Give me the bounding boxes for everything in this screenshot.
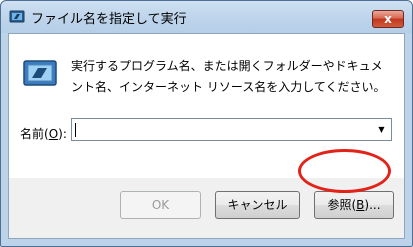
window-title: ファイル名を指定して実行 (31, 12, 187, 27)
browse-label-suffix: )... (364, 198, 381, 212)
dialog-content-area: 実行するプログラム名、または開くフォルダーやドキュメント名、インターネット リソ… (9, 34, 404, 178)
program-name-combobox[interactable]: ▼ (71, 118, 392, 141)
ok-button[interactable]: OK (120, 191, 201, 219)
title-bar[interactable]: ファイル名を指定して実行 x (1, 1, 412, 33)
run-icon (9, 10, 25, 23)
name-label-accesskey: O (48, 127, 59, 141)
chevron-down-icon[interactable]: ▼ (374, 121, 389, 138)
text-cursor (75, 123, 76, 137)
name-label-prefix: 名前( (20, 127, 49, 141)
instruction-text: 実行するプログラム名、または開くフォルダーやドキュメント名、インターネット リソ… (71, 59, 386, 94)
close-button[interactable]: x (372, 10, 404, 28)
browse-label-prefix: 参照( (327, 198, 357, 212)
run-program-icon (23, 60, 57, 86)
run-dialog-window: ファイル名を指定して実行 x 実行するプログラム名、または開くフォルダーやドキュ… (0, 0, 413, 247)
name-label-suffix: ): (58, 127, 67, 141)
browse-button[interactable]: 参照(B)... (314, 191, 394, 219)
dialog-body: 実行するプログラム名、または開くフォルダーやドキュメント名、インターネット リソ… (8, 33, 405, 239)
cancel-button[interactable]: キャンセル (215, 191, 300, 219)
name-field-label: 名前(O): (20, 125, 67, 142)
